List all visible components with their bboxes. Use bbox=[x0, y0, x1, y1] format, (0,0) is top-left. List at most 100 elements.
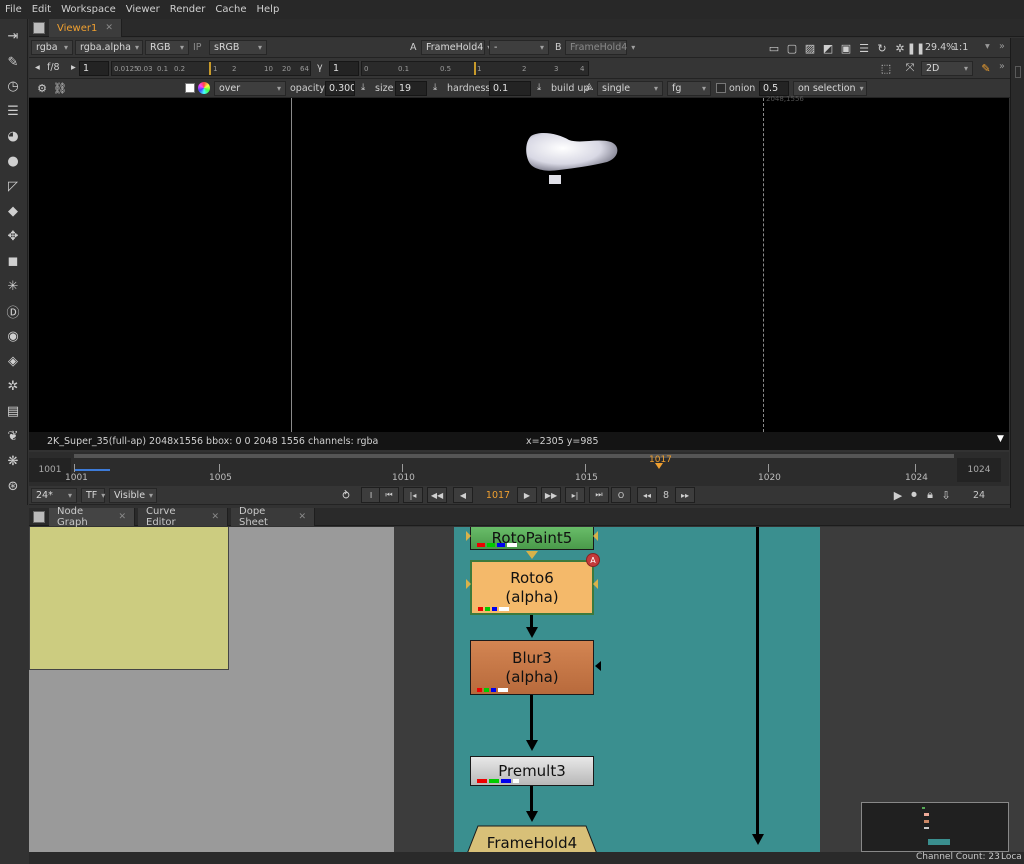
play-forward-button[interactable]: ▶▶ bbox=[541, 487, 561, 503]
viewer-canvas[interactable]: 2048,1556 bbox=[29, 95, 1009, 432]
compare-mode-dropdown[interactable]: - bbox=[489, 40, 549, 55]
next-keyframe-button[interactable]: ▸| bbox=[565, 487, 585, 503]
playhead-marker[interactable] bbox=[655, 463, 663, 469]
stack-icon[interactable]: ☰ bbox=[857, 41, 871, 55]
size-field[interactable]: 19 bbox=[395, 81, 427, 96]
display-channel-dropdown[interactable]: RGB bbox=[145, 40, 189, 55]
buildup-icon[interactable]: ⟁ bbox=[585, 82, 593, 93]
node-framehold4[interactable]: FrameHold4 bbox=[470, 827, 594, 852]
menu-cache[interactable]: Cache bbox=[210, 4, 251, 15]
timeline[interactable]: 1001 1024 1001 1005 1010 1015 1020 1024 … bbox=[29, 452, 1009, 486]
tab-viewer1[interactable]: Viewer1 ✕ bbox=[49, 19, 122, 37]
pen-icon[interactable]: ✎ bbox=[2, 51, 24, 73]
step-back-button[interactable]: ◂◂ bbox=[637, 487, 657, 503]
tf-dropdown[interactable]: TF bbox=[81, 488, 105, 503]
info-toggle-icon[interactable]: ▼ bbox=[997, 434, 1004, 444]
navigator-minimap[interactable] bbox=[861, 802, 1009, 852]
color-swatch[interactable] bbox=[185, 83, 195, 93]
backdrop-yellow[interactable] bbox=[29, 527, 229, 670]
panel-menu-icon[interactable] bbox=[33, 511, 45, 523]
decrease-fstop-icon[interactable]: ◂ bbox=[35, 62, 40, 73]
link-icon[interactable]: ⛓ bbox=[53, 81, 67, 95]
flipbook-icon[interactable]: ▶ bbox=[891, 488, 905, 502]
roi-icon[interactable]: ▭ bbox=[767, 41, 781, 55]
pause-icon[interactable]: ❚❚ bbox=[907, 41, 925, 55]
lock-icon[interactable]: 🔒︎ bbox=[923, 488, 937, 502]
pressure-icon[interactable]: ⤓ bbox=[433, 82, 437, 93]
tab-curve-editor[interactable]: Curve Editor ✕ bbox=[138, 506, 228, 528]
record-icon[interactable]: ⏺ bbox=[907, 488, 921, 502]
out-point-button[interactable]: O bbox=[611, 487, 631, 503]
settings-gear-icon[interactable]: ⚙ bbox=[35, 81, 49, 95]
region-select-icon[interactable]: ⬚ bbox=[879, 61, 893, 75]
layers-stack-icon[interactable]: ☰ bbox=[2, 100, 24, 122]
panel-toggle-icon[interactable]: ⇥ bbox=[2, 25, 24, 47]
gamma-slider-handle[interactable] bbox=[474, 62, 476, 75]
pressure-icon[interactable]: ⤓ bbox=[361, 82, 365, 93]
gain-field[interactable]: 1 bbox=[79, 61, 109, 76]
paint-brush-icon[interactable]: ✎ bbox=[979, 61, 993, 75]
color-wheel-icon[interactable] bbox=[198, 82, 210, 94]
plugins-icon[interactable]: ❋ bbox=[2, 450, 24, 472]
mask-icon[interactable]: ▨ bbox=[803, 41, 817, 55]
3d-cube-icon[interactable]: ◼ bbox=[2, 250, 24, 272]
onion-field[interactable]: 0.5 bbox=[759, 81, 789, 96]
fstop-label[interactable]: f/8 bbox=[47, 62, 60, 73]
zoom-label[interactable]: 29.4% bbox=[925, 42, 955, 53]
current-frame-field[interactable]: 1017 bbox=[477, 487, 519, 503]
step-forward-button[interactable]: ▸▸ bbox=[675, 487, 695, 503]
view-mode-dropdown[interactable]: 2D bbox=[921, 61, 973, 76]
merge-icon[interactable]: ◆ bbox=[2, 200, 24, 222]
stroke-mode-dropdown[interactable]: single bbox=[597, 81, 663, 96]
lifetime-dropdown[interactable]: on selection bbox=[793, 81, 867, 96]
deep-icon[interactable]: Ⓓ bbox=[2, 300, 24, 322]
tab-dope-sheet[interactable]: Dope Sheet ✕ bbox=[231, 506, 315, 528]
ratio-label[interactable]: 1:1 bbox=[953, 42, 968, 53]
input-a-dropdown[interactable]: FrameHold4 bbox=[421, 40, 485, 55]
pie-icon[interactable]: ◕ bbox=[2, 125, 24, 147]
first-frame-button[interactable]: ⏮ bbox=[379, 487, 399, 503]
menu-file[interactable]: File bbox=[0, 4, 27, 15]
onion-checkbox[interactable] bbox=[716, 83, 726, 93]
menu-edit[interactable]: Edit bbox=[27, 4, 56, 15]
transform-icon[interactable]: ✥ bbox=[2, 225, 24, 247]
frame-step-field[interactable]: 8 bbox=[657, 487, 675, 503]
fg-dropdown[interactable]: fg bbox=[667, 81, 711, 96]
ip-button[interactable]: IP bbox=[193, 42, 202, 53]
node-premult3[interactable]: Premult3 bbox=[470, 756, 594, 786]
opacity-field[interactable]: 0.3000 bbox=[325, 81, 355, 96]
expand-icon[interactable]: » bbox=[999, 41, 1005, 52]
gain-slider[interactable]: 0.0125 0.03 0.1 0.2 1 2 10 20 64 bbox=[111, 61, 311, 76]
channels-dropdown[interactable]: rgba bbox=[31, 40, 73, 55]
collapsed-panel-handle[interactable] bbox=[1015, 66, 1021, 78]
tag-icon[interactable]: ◈ bbox=[2, 350, 24, 372]
circle-icon[interactable]: ● bbox=[2, 150, 24, 172]
alpha-channel-dropdown[interactable]: rgba.alpha bbox=[75, 40, 143, 55]
visible-dropdown[interactable]: Visible bbox=[109, 488, 157, 503]
play-backward-button[interactable]: ◀◀ bbox=[427, 487, 447, 503]
close-icon[interactable]: ✕ bbox=[298, 512, 306, 522]
color-correct-icon[interactable]: ◸ bbox=[2, 175, 24, 197]
increase-fstop-icon[interactable]: ▸ bbox=[71, 62, 76, 73]
safe-area-icon[interactable]: ▢ bbox=[785, 41, 799, 55]
close-icon[interactable]: ✕ bbox=[211, 512, 219, 522]
tab-node-graph[interactable]: Node Graph ✕ bbox=[49, 506, 135, 528]
playback-mode-icon[interactable]: ⥁ bbox=[339, 488, 353, 502]
panel-menu-icon[interactable] bbox=[33, 22, 45, 34]
node-rotopaint5[interactable]: RotoPaint5 bbox=[470, 527, 594, 550]
in-point-button[interactable]: I bbox=[361, 487, 381, 503]
increment-field[interactable]: 24 bbox=[957, 487, 1001, 503]
prev-keyframe-button[interactable]: |◂ bbox=[403, 487, 423, 503]
other-icon[interactable]: ⊛ bbox=[2, 475, 24, 497]
play-button[interactable]: ▶ bbox=[517, 487, 537, 503]
node-blur3[interactable]: Blur3 (alpha) bbox=[470, 640, 594, 695]
menu-viewer[interactable]: Viewer bbox=[121, 4, 165, 15]
gamma-slider[interactable]: 0 0.1 0.5 1 2 3 4 bbox=[361, 61, 589, 76]
close-icon[interactable]: ✕ bbox=[118, 512, 126, 522]
menu-render[interactable]: Render bbox=[165, 4, 211, 15]
last-frame-button[interactable]: ⏭ bbox=[589, 487, 609, 503]
cache-icon[interactable]: ⇩ bbox=[939, 488, 953, 502]
axis-icon[interactable]: ⤧ bbox=[903, 61, 917, 75]
fps-dropdown[interactable]: 24* bbox=[31, 488, 77, 503]
node-graph[interactable]: RotoPaint5 Roto6 (alpha) A Blur3 (alpha)… bbox=[29, 527, 1024, 852]
